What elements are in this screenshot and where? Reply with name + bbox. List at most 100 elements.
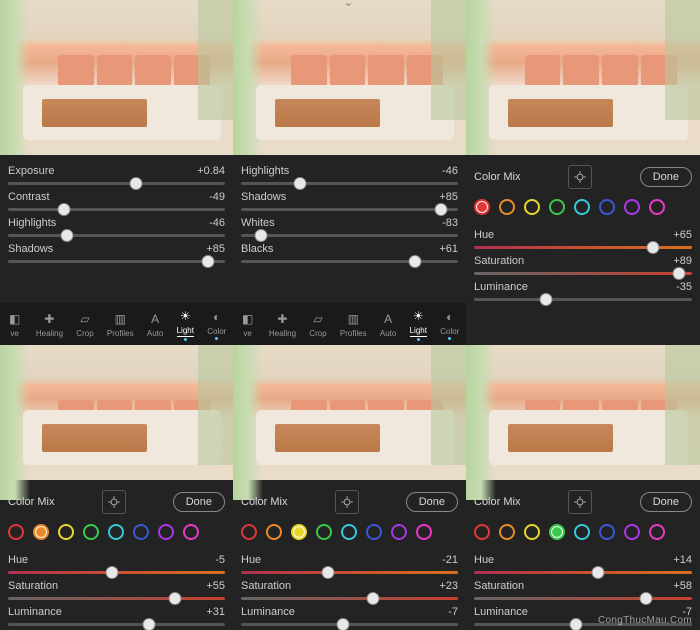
slider-thumb[interactable] [640,592,653,605]
done-button[interactable]: Done [173,492,225,512]
shadows-slider[interactable] [8,260,225,263]
color-swatch[interactable] [574,524,590,540]
slider-thumb[interactable] [367,592,380,605]
tool-ve[interactable]: ◧ ve [240,311,256,338]
color-swatch[interactable] [316,524,332,540]
color-swatch[interactable] [83,524,99,540]
color-swatch[interactable] [649,524,665,540]
saturation-slider[interactable] [8,597,225,600]
highlights-slider[interactable] [241,182,458,185]
exposure-slider[interactable] [8,182,225,185]
tool-color[interactable]: ◐ Color [440,309,459,340]
luminance-slider[interactable] [8,623,225,626]
saturation-slider[interactable] [474,597,692,600]
tool-auto[interactable]: A Auto [147,311,163,338]
color-swatch[interactable] [391,524,407,540]
profiles-icon: ▥ [112,311,128,327]
hue-slider[interactable] [241,571,458,574]
slider-thumb[interactable] [408,255,421,268]
target-adjust-button[interactable] [568,490,592,514]
color-swatch[interactable] [158,524,174,540]
color-swatch[interactable] [474,524,490,540]
color-swatch[interactable] [549,199,565,215]
color-swatch[interactable] [624,199,640,215]
slider-thumb[interactable] [539,293,552,306]
drag-handle-icon[interactable] [341,3,359,7]
tool-crop[interactable]: ▱ Crop [309,311,326,338]
color-swatch[interactable] [58,524,74,540]
color-swatch[interactable] [241,524,257,540]
done-button[interactable]: Done [640,167,692,187]
slider-thumb[interactable] [592,566,605,579]
done-button[interactable]: Done [406,492,458,512]
color-swatch[interactable] [416,524,432,540]
hue-slider[interactable] [474,571,692,574]
slider-thumb[interactable] [143,618,156,630]
tool-auto[interactable]: A Auto [380,311,396,338]
shadows-value: +85 [439,191,458,203]
tool-color[interactable]: ◐ Color [207,309,226,340]
color-swatch[interactable] [108,524,124,540]
color-swatch[interactable] [499,199,515,215]
slider-thumb[interactable] [293,177,306,190]
color-swatch[interactable] [8,524,24,540]
color-swatch[interactable] [366,524,382,540]
color-swatch[interactable] [474,199,490,215]
slider-thumb[interactable] [321,566,334,579]
color-swatch[interactable] [499,524,515,540]
tool-light[interactable]: ☀ Light [410,308,427,341]
color-swatch[interactable] [266,524,282,540]
saturation-row: Saturation +23 [241,580,458,600]
color-swatch[interactable] [133,524,149,540]
tool-healing[interactable]: ✚ Healing [36,311,63,338]
color-swatch[interactable] [549,524,565,540]
saturation-slider[interactable] [241,597,458,600]
tool-label: ve [243,329,251,338]
color-swatch[interactable] [291,524,307,540]
color-swatch[interactable] [33,524,49,540]
tool-crop[interactable]: ▱ Crop [76,311,93,338]
tool-light[interactable]: ☀ Light [177,308,194,341]
tool-profiles[interactable]: ▥ Profiles [107,311,134,338]
color-swatch[interactable] [341,524,357,540]
slider-thumb[interactable] [106,566,119,579]
contrast-row: Contrast -49 [8,191,225,211]
slider-thumb[interactable] [254,229,267,242]
slider-thumb[interactable] [130,177,143,190]
hue-slider[interactable] [8,571,225,574]
highlights-slider[interactable] [8,234,225,237]
color-swatch[interactable] [649,199,665,215]
slider-thumb[interactable] [672,267,685,280]
target-adjust-button[interactable] [335,490,359,514]
saturation-slider[interactable] [474,272,692,275]
color-swatch[interactable] [599,524,615,540]
blacks-slider[interactable] [241,260,458,263]
whites-slider[interactable] [241,234,458,237]
slider-thumb[interactable] [201,255,214,268]
slider-thumb[interactable] [60,229,73,242]
color-swatch[interactable] [183,524,199,540]
luminance-slider[interactable] [474,298,692,301]
color-swatch[interactable] [574,199,590,215]
tool-label: Light [410,326,427,337]
hue-slider[interactable] [474,246,692,249]
shadows-slider[interactable] [241,208,458,211]
target-adjust-button[interactable] [568,165,592,189]
color-swatch[interactable] [624,524,640,540]
done-button[interactable]: Done [640,492,692,512]
slider-thumb[interactable] [646,241,659,254]
slider-thumb[interactable] [570,618,583,630]
color-swatch[interactable] [524,524,540,540]
color-swatch[interactable] [599,199,615,215]
tool-profiles[interactable]: ▥ Profiles [340,311,367,338]
slider-thumb[interactable] [336,618,349,630]
slider-thumb[interactable] [169,592,182,605]
luminance-slider[interactable] [241,623,458,626]
slider-thumb[interactable] [434,203,447,216]
slider-thumb[interactable] [58,203,71,216]
tool-ve[interactable]: ◧ ve [7,311,23,338]
color-swatch[interactable] [524,199,540,215]
tool-healing[interactable]: ✚ Healing [269,311,296,338]
target-adjust-button[interactable] [102,490,126,514]
contrast-slider[interactable] [8,208,225,211]
